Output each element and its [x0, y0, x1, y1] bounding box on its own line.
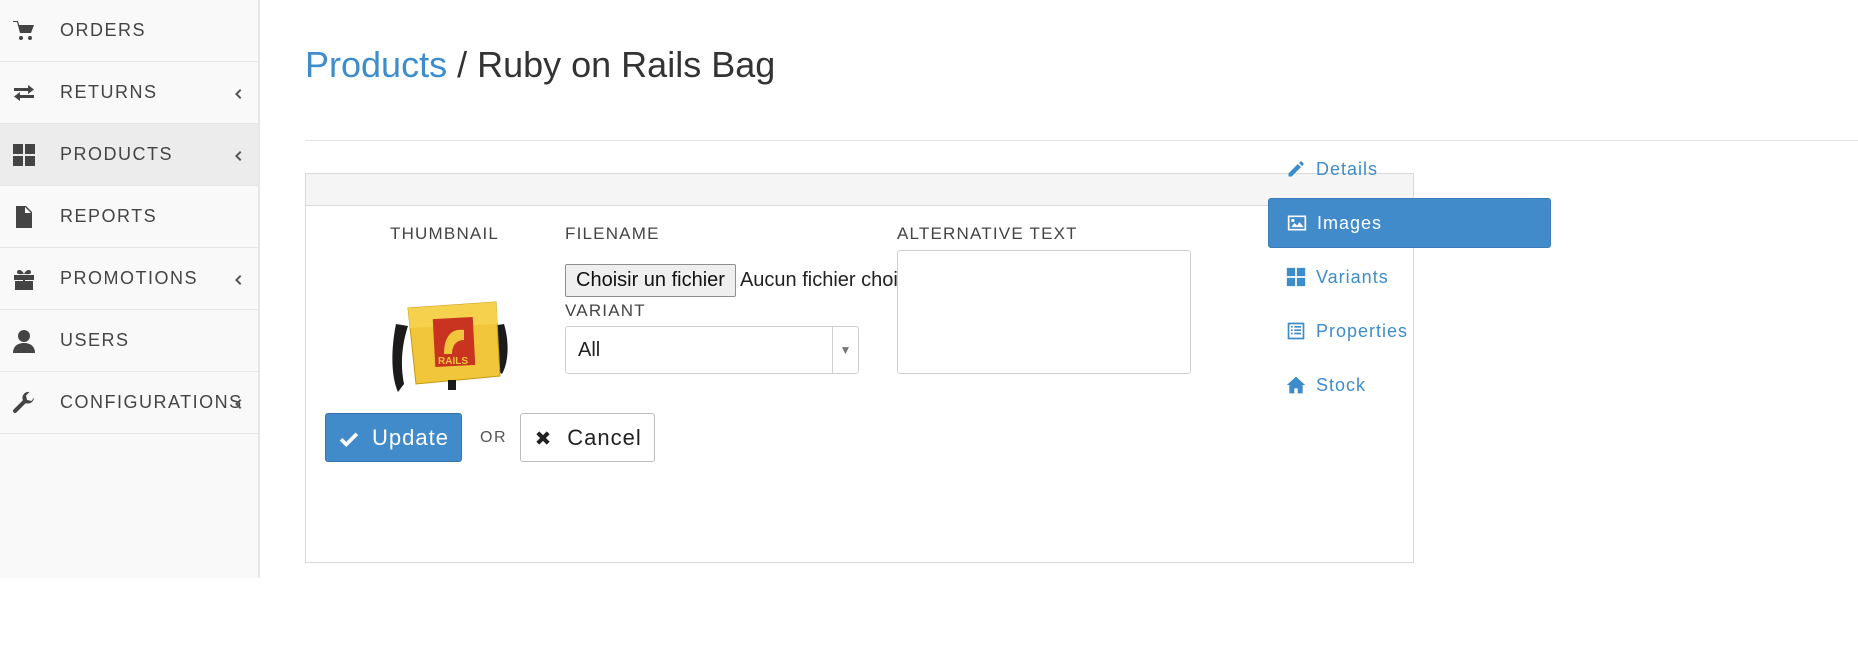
image-edit-panel: THUMBNAIL RAILS FILENAME Choisir un fich… [305, 173, 1414, 563]
exchange-icon [12, 81, 36, 105]
tab-label: Properties [1316, 320, 1409, 341]
panel-header [306, 174, 1413, 206]
tab-properties[interactable]: Properties [1268, 306, 1551, 356]
svg-text:RAILS: RAILS [438, 356, 468, 367]
sidebar-item-label: CONFIGURATIONS [60, 392, 243, 412]
sidebar-item-label: PRODUCTS [60, 144, 174, 164]
product-tabs: Details Images Variants Properties Stock [1268, 144, 1551, 414]
breadcrumb-products-link[interactable]: Products [305, 44, 447, 85]
page-title: Products / Ruby on Rails Bag [305, 44, 775, 86]
sidebar: ORDERS RETURNS PRODUCTS REPORTS PROMOTIO… [0, 0, 260, 578]
choose-file-button[interactable]: Choisir un fichier [565, 264, 736, 297]
sidebar-item-label: ORDERS [60, 20, 147, 40]
sidebar-item-label: PROMOTIONS [60, 268, 199, 288]
sidebar-item-configurations[interactable]: CONFIGURATIONS [0, 372, 258, 434]
check-icon [339, 432, 359, 447]
thumbnail-label: THUMBNAIL [390, 224, 500, 243]
sidebar-item-promotions[interactable]: PROMOTIONS [0, 248, 258, 310]
file-status-text: Aucun fichier choisi [739, 269, 913, 291]
tab-label: Variants [1316, 266, 1389, 287]
chevron-left-icon [232, 149, 244, 161]
sidebar-item-label: RETURNS [60, 82, 158, 102]
sidebar-item-orders[interactable]: ORDERS [0, 0, 258, 62]
variant-label: VARIANT [565, 301, 646, 320]
sidebar-item-returns[interactable]: RETURNS [0, 62, 258, 124]
tab-label: Images [1317, 212, 1383, 233]
cart-icon [12, 19, 36, 43]
file-input[interactable]: Choisir un fichier Aucun fichier choisi [565, 264, 912, 297]
pencil-icon [1288, 161, 1304, 177]
alternative-text-label: ALTERNATIVE TEXT [897, 224, 1078, 243]
alternative-text-input[interactable] [897, 250, 1191, 374]
picture-icon [1287, 215, 1307, 231]
file-icon [12, 205, 36, 229]
gift-icon [12, 267, 36, 291]
sidebar-item-label: REPORTS [60, 206, 158, 226]
wrench-icon [12, 391, 36, 415]
tab-details[interactable]: Details [1268, 144, 1551, 194]
variant-selected-value: All [578, 338, 601, 361]
sidebar-item-label: USERS [60, 330, 130, 350]
cancel-button[interactable]: Cancel [520, 413, 655, 462]
product-thumbnail: RAILS [386, 284, 511, 404]
chevron-left-icon [232, 87, 244, 99]
close-icon [536, 430, 550, 445]
breadcrumb-separator: / [447, 44, 478, 85]
sidebar-item-reports[interactable]: REPORTS [0, 186, 258, 248]
grid-icon [12, 143, 36, 167]
tab-images[interactable]: Images [1268, 198, 1551, 248]
list-icon [1287, 322, 1305, 340]
sidebar-item-users[interactable]: USERS [0, 310, 258, 372]
sidebar-item-products[interactable]: PRODUCTS [0, 124, 258, 186]
tab-variants[interactable]: Variants [1268, 252, 1551, 302]
tab-stock[interactable]: Stock [1268, 360, 1551, 410]
product-name: Ruby on Rails Bag [477, 44, 776, 85]
filename-label: FILENAME [565, 224, 660, 243]
tab-label: Stock [1316, 374, 1367, 395]
grid-icon [1286, 267, 1306, 287]
chevron-left-icon [232, 397, 244, 409]
home-icon [1286, 376, 1306, 394]
tab-label: Details [1316, 158, 1379, 179]
or-text: OR [480, 429, 507, 446]
cancel-button-label: Cancel [567, 424, 642, 450]
chevron-left-icon [232, 273, 244, 285]
dropdown-arrow-icon: ▼ [832, 327, 858, 373]
update-button-label: Update [372, 424, 449, 450]
variant-select[interactable]: All ▼ [565, 326, 859, 374]
user-icon [12, 329, 36, 353]
update-button[interactable]: Update [325, 413, 462, 462]
divider [305, 140, 1858, 141]
